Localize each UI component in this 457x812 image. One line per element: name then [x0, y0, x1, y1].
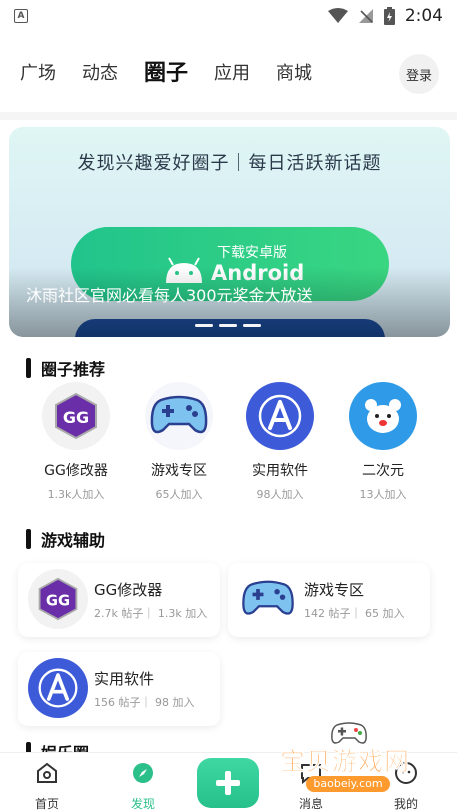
carousel-indicator[interactable] — [195, 324, 261, 327]
svg-text:GG: GG — [46, 592, 70, 609]
carousel-dot[interactable] — [195, 324, 213, 327]
section-marker — [26, 358, 31, 378]
create-post-button[interactable] — [197, 758, 259, 808]
circle-card-gg[interactable]: GG GG修改器 2.7k 帖子｜ 1.3k 加入 — [18, 563, 220, 637]
section-marker — [26, 529, 31, 549]
recommend-name: 二次元 — [362, 463, 404, 479]
plus-icon — [216, 771, 240, 795]
bottom-nav-label: 首页 — [34, 797, 59, 811]
game-aid-section-title: 游戏辅助 — [26, 527, 105, 551]
no-signal-icon — [358, 9, 373, 23]
section-label: 游戏辅助 — [41, 531, 106, 550]
bottom-nav-home[interactable]: 首页 — [17, 761, 77, 812]
section-label: 圈子推荐 — [41, 360, 106, 379]
recommend-name: 实用软件 — [252, 463, 308, 479]
download-label: 下载安卓版 — [217, 245, 287, 261]
status-icons: 2:04 — [327, 6, 443, 26]
watermark-url: baobeiy.com — [306, 776, 390, 792]
banner-caption: 沐雨社区官网必看每人300元奖金大放送 — [26, 286, 313, 305]
banner-headline: 发现兴趣爱好圈子｜每日活跃新话题 — [77, 153, 382, 174]
card-stats: 156 帖子｜ 98 加入 — [94, 696, 195, 709]
bottom-nav-label: 我的 — [393, 797, 418, 811]
recommend-name: 游戏专区 — [151, 463, 207, 479]
recommend-item-anime[interactable]: 二次元 13人加入 — [333, 382, 433, 502]
tab-square[interactable]: 广场 — [20, 65, 56, 83]
recommend-item-apps[interactable]: 实用软件 98人加入 — [230, 382, 330, 502]
gamepad-icon — [238, 569, 298, 629]
tab-apps[interactable]: 应用 — [214, 65, 250, 83]
top-nav: 广场 动态 圈子 应用 商城 登录 — [0, 48, 457, 100]
bear-icon — [349, 382, 417, 450]
circle-card-games[interactable]: 游戏专区 142 帖子｜ 65 加入 — [228, 563, 430, 637]
app-store-icon — [246, 382, 314, 450]
compass-icon — [133, 763, 153, 783]
bottom-nav-label: 消息 — [298, 797, 323, 811]
bottom-nav-label: 发现 — [130, 797, 155, 811]
app-notification-icon: A — [14, 9, 28, 23]
carousel-dot[interactable] — [219, 324, 237, 327]
recommend-item-gg[interactable]: GG GG修改器 1.3k人加入 — [26, 382, 126, 502]
recommend-row: GG GG修改器 1.3k人加入 游戏专区 65人加入 实用软件 98人加入 二… — [0, 382, 457, 502]
tab-mall[interactable]: 商城 — [276, 65, 312, 83]
nav-divider — [0, 112, 457, 120]
recommend-count: 13人加入 — [359, 488, 407, 501]
recommend-section-title: 圈子推荐 — [26, 356, 105, 380]
recommend-name: GG修改器 — [44, 463, 108, 479]
card-title: GG修改器 — [94, 581, 163, 599]
recommend-count: 98人加入 — [256, 488, 304, 501]
app-store-icon — [28, 658, 88, 718]
battery-icon — [383, 7, 395, 25]
recommend-count: 65人加入 — [155, 488, 203, 501]
svg-text:GG: GG — [63, 408, 89, 427]
card-stats: 142 帖子｜ 65 加入 — [304, 607, 405, 620]
card-title: 实用软件 — [94, 670, 155, 688]
bottom-nav-discover[interactable]: 发现 — [113, 761, 173, 812]
tab-circles[interactable]: 圈子 — [144, 63, 188, 85]
promo-banner[interactable]: 发现兴趣爱好圈子｜每日活跃新话题 下载安卓版 Android 沐雨社区官网必看每… — [9, 127, 450, 337]
gg-icon: GG — [28, 569, 88, 629]
recommend-item-games[interactable]: 游戏专区 65人加入 — [129, 382, 229, 502]
carousel-dot[interactable] — [243, 324, 261, 327]
recommend-count: 1.3k人加入 — [47, 488, 105, 501]
login-button[interactable]: 登录 — [399, 54, 439, 94]
wifi-icon — [327, 8, 348, 23]
card-stats: 2.7k 帖子｜ 1.3k 加入 — [94, 607, 208, 620]
circle-card-apps[interactable]: 实用软件 156 帖子｜ 98 加入 — [18, 652, 220, 726]
status-bar: A 2:04 — [0, 0, 457, 32]
card-title: 游戏专区 — [304, 581, 365, 599]
status-time: 2:04 — [404, 6, 443, 26]
watermark-text: 宝贝游戏网 — [280, 747, 411, 777]
gg-icon: GG — [42, 382, 110, 450]
tab-dynamics[interactable]: 动态 — [82, 65, 118, 83]
gamepad-icon — [145, 382, 213, 450]
home-icon — [37, 762, 57, 783]
site-watermark: 宝贝游戏网 baobeiy.com — [274, 718, 424, 794]
